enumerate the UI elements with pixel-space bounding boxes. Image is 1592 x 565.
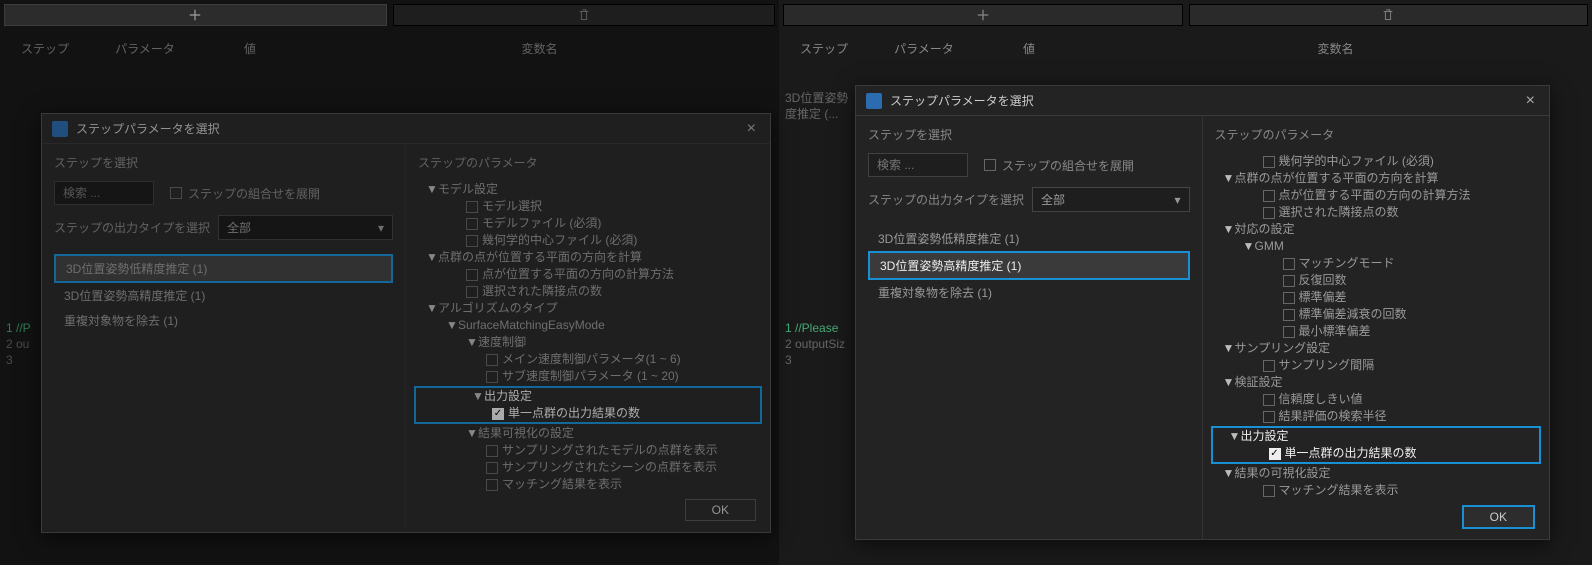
step-params-heading: ステップのパラメータ [1207,126,1546,143]
step-item-high-precision[interactable]: 3D位置姿勢高精度推定 (1) [54,283,393,308]
step-list: 3D位置姿勢低精度推定 (1) 3D位置姿勢高精度推定 (1) 重複対象物を除去… [54,254,393,333]
tree-item[interactable]: マッチング結果を表示 [1207,482,1546,499]
tree-item[interactable]: モデル選択 [410,198,766,215]
tree-item[interactable]: 選択された隣接点の数 [410,283,766,300]
bg-code-right: 1 //Please 2 outputSiz 3 [785,320,845,368]
step-select-pane: ステップを選択 ステップの組合せを展開 ステップの出力タイプを選択 全部▾ 3D… [42,144,406,532]
tree-item[interactable]: 結果評価の検索半径 [1207,408,1546,425]
select-step-heading: ステップを選択 [54,154,393,171]
ok-button[interactable]: OK [685,499,756,521]
column-headers-right: ステップ パラメータ 値 変数名 [779,30,1592,66]
tree-item[interactable]: 選択された隣接点の数 [1207,204,1546,221]
tree-group-corr[interactable]: ▼対応の設定 [1207,221,1546,238]
bg-code-left: 1 //P 2 ou 3 [6,320,31,368]
tree-item[interactable]: 幾何学的中心ファイル (必須) [410,232,766,249]
step-item-low-precision[interactable]: 3D位置姿勢低精度推定 (1) [868,226,1190,251]
param-tree-pane: ステップのパラメータ ▼モデル設定 モデル選択 モデルファイル (必須) 幾何学… [406,144,770,532]
output-type-select[interactable]: 全部▾ [218,215,393,240]
col-variable: 変数名 [1079,40,1592,57]
tree-group-model[interactable]: ▼モデル設定 [410,181,766,198]
tree-group-vis[interactable]: ▼結果の可視化設定 [1207,465,1546,482]
search-input[interactable] [868,153,968,177]
tree-group-vis[interactable]: ▼結果可視化の設定 [410,425,766,442]
expand-combo-checkbox[interactable]: ステップの組合せを展開 [984,157,1134,174]
select-step-heading: ステップを選択 [868,126,1190,143]
tree-item[interactable]: モデルファイル (必須) [410,215,766,232]
tree-item[interactable]: サンプリングされたシーンの点群を表示 [410,459,766,476]
param-tree-pane: ステップのパラメータ 幾何学的中心ファイル (必須) ▼点群の点が位置する平面の… [1203,116,1550,539]
expand-combo-checkbox[interactable]: ステップの組合せを展開 [170,185,320,202]
column-headers-left: ステップ パラメータ 値 変数名 [0,30,779,66]
step-item-high-precision[interactable]: 3D位置姿勢高精度推定 (1) [868,251,1190,280]
tree-group-speed[interactable]: ▼速度制御 [410,334,766,351]
toolbar-right [779,0,1592,30]
tree-item[interactable]: 標準偏差減衰の回数 [1207,306,1546,323]
plus-icon [188,8,202,22]
col-value: 値 [979,40,1079,57]
tree-item[interactable]: 点が位置する平面の方向の計算方法 [410,266,766,283]
tree-item[interactable]: サンプリング間隔 [1207,357,1546,374]
tree-group-verify[interactable]: ▼検証設定 [1207,374,1546,391]
output-type-label: ステップの出力タイプを選択 [868,191,1024,208]
app-icon [866,93,882,109]
add-button[interactable] [4,4,387,26]
tree-item[interactable]: 点が位置する平面の方向の計算方法 [1207,187,1546,204]
tree-group-surfmatch[interactable]: ▼SurfaceMatchingEasyMode [410,317,766,334]
col-parameter: パラメータ [869,40,979,57]
tree-group-plane[interactable]: ▼点群の点が位置する平面の方向を計算 [1207,170,1546,187]
tree-item[interactable]: マッチングモード [1207,255,1546,272]
tree-item[interactable]: 信頼度しきい値 [1207,391,1546,408]
search-input[interactable] [54,181,154,205]
tree-item[interactable]: マッチング結果を表示 [410,476,766,493]
tree-item[interactable]: 幾何学的中心ファイル (必須) [1207,153,1546,170]
step-item-remove-dup[interactable]: 重複対象物を除去 (1) [54,308,393,333]
step-item-remove-dup[interactable]: 重複対象物を除去 (1) [868,280,1190,305]
toolbar-left [0,0,779,30]
tree-item[interactable]: 最小標準偏差 [1207,323,1546,340]
output-type-label: ステップの出力タイプを選択 [54,219,210,236]
step-item-low-precision[interactable]: 3D位置姿勢低精度推定 (1) [54,254,393,283]
dialog-select-step-params-left: ステップパラメータを選択 × ステップを選択 ステップの組合せを展開 ステップの… [41,113,771,533]
tree-group-plane[interactable]: ▼点群の点が位置する平面の方向を計算 [410,249,766,266]
col-parameter: パラメータ [90,40,200,57]
tree-item[interactable]: 標準偏差 [1207,289,1546,306]
tree-item-output-count[interactable]: 単一点群の出力結果の数 [1213,445,1540,462]
col-step: ステップ [0,40,90,57]
step-params-heading: ステップのパラメータ [410,154,766,171]
trash-icon [577,8,591,22]
tree-item[interactable]: サブ速度制御パラメータ (1 ~ 20) [410,368,766,385]
tree-item[interactable]: サンプリングされたモデルの点群を表示 [410,442,766,459]
close-button[interactable]: × [1522,92,1539,110]
col-step: ステップ [779,40,869,57]
plus-icon [976,8,990,22]
dialog-title: ステップパラメータを選択 [76,120,743,137]
step-list: 3D位置姿勢低精度推定 (1) 3D位置姿勢高精度推定 (1) 重複対象物を除去… [868,226,1190,305]
breadcrumb-right: 3D位置姿勢 度推定 (... [785,90,848,122]
tree-group-output[interactable]: ▼出力設定 [1213,428,1540,445]
tree-item[interactable]: メイン速度制御パラメータ(1 ~ 6) [410,351,766,368]
close-button[interactable]: × [743,120,760,138]
trash-icon [1381,8,1395,22]
delete-button[interactable] [393,4,776,26]
output-type-select[interactable]: 全部▾ [1032,187,1189,212]
tree-group-sampling[interactable]: ▼サンプリング設定 [1207,340,1546,357]
tree-item-output-count[interactable]: 単一点群の出力結果の数 [416,405,760,422]
tree-item[interactable]: 反復回数 [1207,272,1546,289]
tree-group-gmm[interactable]: ▼GMM [1207,238,1546,255]
delete-button[interactable] [1189,4,1589,26]
ok-button[interactable]: OK [1462,505,1535,529]
dialog-title: ステップパラメータを選択 [890,92,1522,109]
tree-group-output[interactable]: ▼出力設定 [416,388,760,405]
add-button[interactable] [783,4,1183,26]
app-icon [52,121,68,137]
col-value: 値 [200,40,300,57]
step-select-pane: ステップを選択 ステップの組合せを展開 ステップの出力タイプを選択 全部▾ 3D… [856,116,1203,539]
dialog-select-step-params-right: ステップパラメータを選択 × ステップを選択 ステップの組合せを展開 ステップの… [855,85,1550,540]
tree-group-algo[interactable]: ▼アルゴリズムのタイプ [410,300,766,317]
col-variable: 変数名 [300,40,779,57]
